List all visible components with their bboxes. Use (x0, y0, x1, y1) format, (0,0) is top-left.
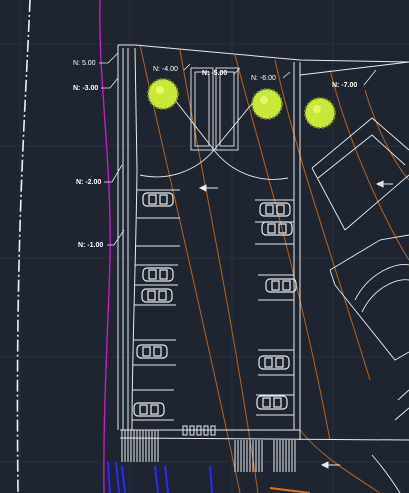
cad-drawing-canvas[interactable]: N: 5.00 N: -3.00 N: -4.00 N: -5.00 N: -6… (0, 0, 409, 493)
tree-symbol-icon (251, 88, 283, 120)
elevation-label: N: 5.00 (73, 60, 96, 67)
elevation-label: N: -7.00 (332, 82, 357, 89)
elevation-label: N: -3.00 (73, 85, 98, 92)
tree-symbol-icon (147, 78, 179, 110)
elevation-label: N: -4.00 (153, 66, 178, 73)
tree-symbol-icon (304, 97, 336, 129)
elevation-label: N: -5.00 (202, 70, 227, 77)
elevation-label: N: -6.00 (251, 75, 276, 82)
elevation-label: N: -1.00 (78, 242, 103, 249)
elevation-label: N: -2.00 (76, 179, 101, 186)
